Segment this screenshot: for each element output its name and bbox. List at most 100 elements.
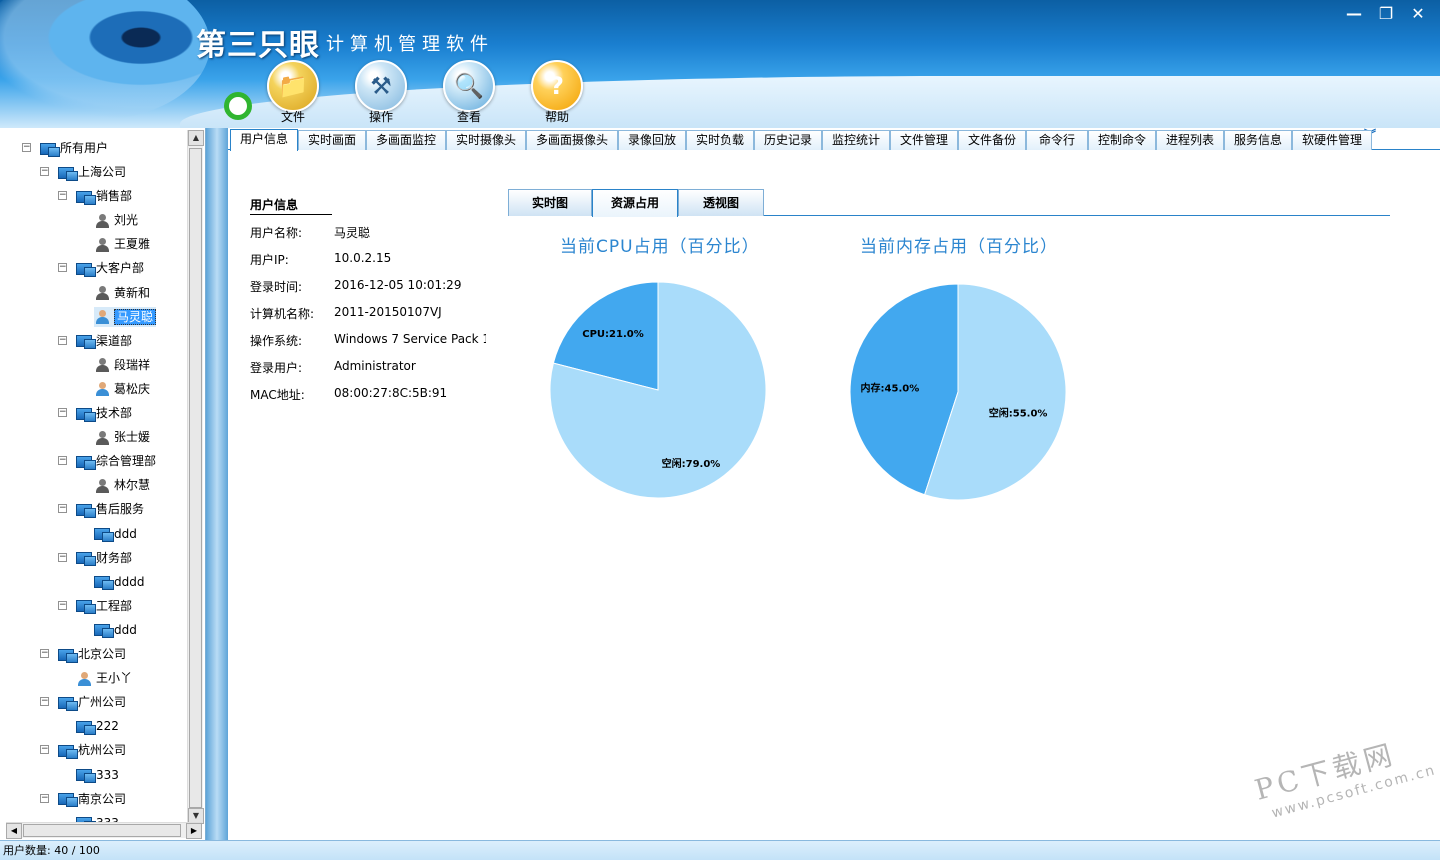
collapse-icon[interactable]: − [40,745,49,755]
collapse-icon[interactable]: − [58,600,67,610]
user-icon [76,671,94,686]
tree-user-item[interactable]: 葛松庆 [94,379,150,399]
collapse-icon[interactable]: − [58,408,67,417]
tree-item-label: 渠道部 [96,333,133,348]
tree-computer-item[interactable]: ddd [94,524,137,544]
tab-3[interactable]: 实时摄像头 [446,130,526,150]
tree-item-label: 技术部 [96,406,133,420]
tree-group-item[interactable]: − 北京公司 [40,644,127,664]
tree-vertical-scrollbar[interactable]: ▲ ▼ [187,130,204,824]
tree-computer-item[interactable]: 222 [76,716,119,736]
panel-splitter[interactable] [206,128,228,840]
collapse-icon[interactable]: − [58,456,67,466]
tree-group-item[interactable]: − 上海公司 [40,162,126,182]
minimize-button[interactable]: — [1340,3,1368,25]
memory-chart-title: 当前内存占用（百分比） [860,237,1058,257]
computer-icon [94,623,114,639]
tree-user-item[interactable]: 林尔慧 [94,475,150,495]
tab-2[interactable]: 多画面监控 [366,130,446,150]
tree-group-item[interactable]: − 大客户部 [58,258,144,278]
tree-item-label: 张士媛 [114,430,151,445]
subtab-2[interactable]: 透视图 [678,189,764,216]
tree-computer-item[interactable]: 333 [76,765,119,785]
subtab-1[interactable]: 资源占用 [592,189,678,217]
collapse-icon[interactable]: − [58,504,67,514]
tree-user-item[interactable]: 刘光 [94,210,138,230]
tab-9[interactable]: 文件管理 [890,130,958,150]
tree-group-item[interactable]: − 南京公司 [40,789,126,809]
collapse-icon[interactable]: − [40,649,49,658]
collapse-icon[interactable]: − [58,335,67,345]
operation-menu-button[interactable]: ⚒ 操作 [346,60,416,124]
tree-computer-item[interactable]: ddd [94,620,137,640]
tree-user-item[interactable]: 段瑞祥 [94,355,150,375]
collapse-icon[interactable]: − [58,552,67,562]
collapse-icon[interactable]: − [58,191,67,201]
maximize-button[interactable]: ❐ [1372,3,1400,25]
tab-4[interactable]: 多画面摄像头 [526,130,618,150]
tree-item-label: 黄新和 [114,285,151,300]
tree-item-label: 王夏雅 [114,237,151,252]
resource-subtab-bar: 实时图 资源占用 透视图 [508,188,1390,217]
tree-group-item[interactable]: − 工程部 [58,596,132,616]
tab-11[interactable]: 命令行 [1026,130,1088,150]
scroll-up-arrow-icon[interactable]: ▲ [188,130,204,146]
collapse-icon[interactable]: − [22,143,31,152]
view-menu-button[interactable]: 🔍 查看 [434,60,504,124]
pie-slice-label: CPU:21.0% [582,329,643,340]
tree-user-item[interactable]: 黄新和 [94,283,150,303]
collapse-icon[interactable]: − [58,263,67,273]
tree-group-item[interactable]: − 综合管理部 [58,451,156,471]
tab-15[interactable]: 软硬件管理 [1292,130,1372,150]
cpu-pie-chart: CPU:21.0% 空闲:79.0% [549,281,767,499]
tab-14[interactable]: 服务信息 [1224,130,1292,150]
tree-user-item[interactable]: 张士媛 [94,427,150,447]
subtab-0[interactable]: 实时图 [508,189,592,216]
tab-12[interactable]: 控制命令 [1088,130,1156,150]
tree-user-item[interactable]: 王小丫 [76,668,132,688]
tree-group-item[interactable]: − 技术部 [58,403,133,423]
scroll-left-arrow-icon[interactable]: ◀ [6,823,22,839]
tree-item-label: 北京公司 [78,647,127,661]
app-subtitle: 计算机管理软件 [326,34,494,55]
tab-5[interactable]: 录像回放 [618,130,686,150]
tab-0[interactable]: 用户信息 [230,129,298,151]
tree-group-item[interactable]: − 财务部 [58,548,132,568]
hscroll-thumb[interactable] [23,824,181,837]
scroll-thumb[interactable] [189,148,202,808]
tree-user-item[interactable]: 马灵聪 [94,306,157,327]
tab-7[interactable]: 历史记录 [754,130,822,150]
tree-group-item[interactable]: − 售后服务 [58,499,144,519]
tree-horizontal-scrollbar[interactable]: ◀ ▶ [6,822,202,839]
tree-computer-item[interactable]: dddd [94,572,144,592]
tree-group-item[interactable]: − 广州公司 [40,692,127,712]
scroll-right-arrow-icon[interactable]: ▶ [186,823,202,839]
tab-6[interactable]: 实时负载 [686,130,754,150]
tree-group-item[interactable]: − 销售部 [58,186,132,206]
close-button[interactable]: ✕ [1404,3,1432,25]
tab-8[interactable]: 监控统计 [822,130,890,150]
tab-10[interactable]: 文件备份 [958,130,1026,150]
tab-1[interactable]: 实时画面 [298,130,366,150]
pie-slice-label: 空闲:55.0% [989,407,1048,420]
file-menu-button[interactable]: 📁 文件 [258,60,328,124]
user-icon [94,382,112,397]
tree-user-item[interactable]: 王夏雅 [94,234,150,254]
tree-root[interactable]: − 所有用户 [22,138,108,158]
tree-item-label: 杭州公司 [78,743,127,758]
collapse-icon[interactable]: − [40,167,49,176]
collapse-icon[interactable]: − [40,697,49,707]
user-icon [94,310,112,325]
help-menu-button[interactable]: ? 帮助 [522,60,592,124]
tree-group-item[interactable]: − 渠道部 [58,331,133,351]
collapse-icon[interactable]: − [40,793,49,803]
folder-icon: 📁 [267,60,319,112]
computer-icon [58,648,78,663]
tab-13[interactable]: 进程列表 [1156,130,1224,150]
tree-computer-item[interactable]: 333 [76,813,119,822]
user-info-key: 用户名称: [250,226,303,240]
power-icon[interactable] [224,92,252,120]
tree-item-label: 广州公司 [78,695,127,710]
user-info-value: 08:00:27:8C:5B:91 [334,386,448,400]
tree-group-item[interactable]: − 杭州公司 [40,740,127,760]
